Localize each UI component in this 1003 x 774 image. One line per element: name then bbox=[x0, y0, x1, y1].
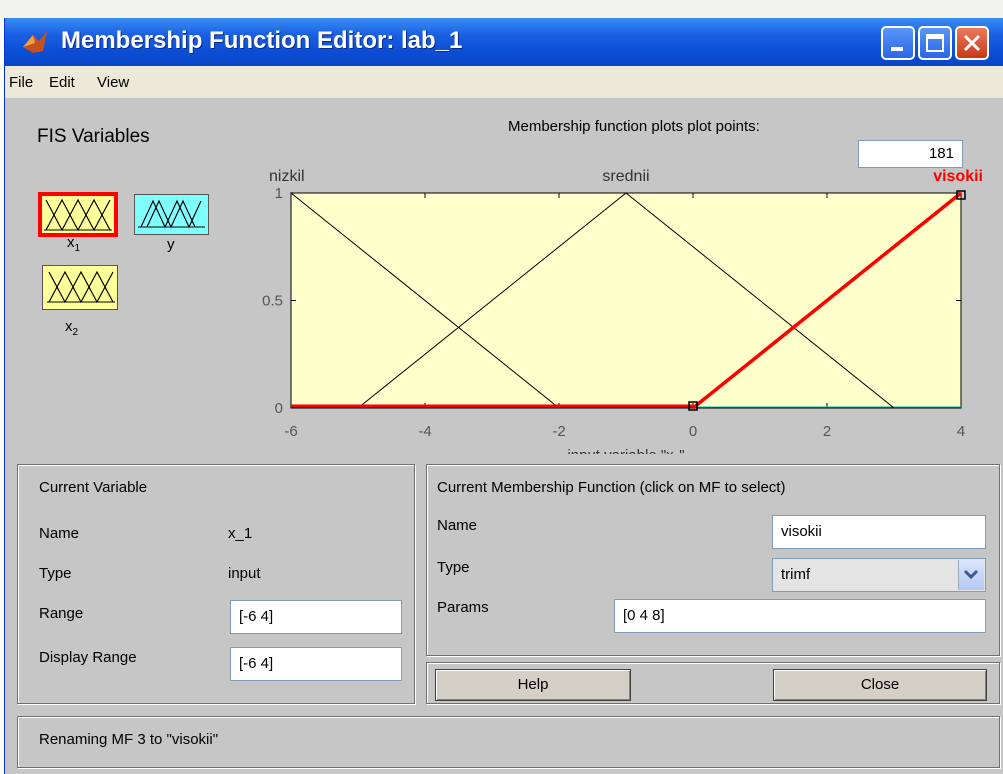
mf-params-label: Params bbox=[437, 599, 489, 616]
x-tick-label: 0 bbox=[689, 423, 697, 440]
range-input[interactable]: [-6 4] bbox=[230, 600, 402, 634]
x-tick-label: -6 bbox=[284, 423, 297, 440]
help-button[interactable]: Help bbox=[435, 669, 631, 701]
status-panel: Renaming MF 3 to "visokii" bbox=[17, 716, 1000, 768]
display-range-input[interactable]: [-6 4] bbox=[230, 647, 402, 681]
y-tick-label: 0 bbox=[275, 400, 283, 417]
mf-type-label: Type bbox=[437, 559, 470, 576]
x-tick-label: 4 bbox=[957, 423, 965, 440]
menu-edit[interactable]: Edit bbox=[49, 74, 75, 91]
current-mf-title: Current Membership Function (click on MF… bbox=[437, 479, 786, 496]
mf-name-label: Name bbox=[437, 517, 478, 534]
range-label: Range bbox=[39, 605, 84, 622]
maximize-icon bbox=[926, 34, 944, 52]
lower-area: Current Variable Name x_1 Type input Ran… bbox=[5, 454, 1003, 774]
chevron-down-icon bbox=[963, 569, 979, 580]
variable-name-label: Name bbox=[39, 525, 80, 542]
variable-type-label: Type bbox=[39, 565, 72, 582]
display-range-label: Display Range bbox=[39, 649, 137, 666]
menu-view[interactable]: View bbox=[97, 74, 129, 91]
upper-area: FIS Variables x1 y x2 Membership functio… bbox=[5, 98, 1003, 454]
x-tick-label: -4 bbox=[418, 423, 431, 440]
menu-file[interactable]: File bbox=[9, 74, 33, 91]
mf-label-srednii: srednii bbox=[602, 168, 649, 185]
mf-type-select[interactable]: trimf bbox=[772, 558, 986, 592]
y-tick-label: 1 bbox=[275, 185, 283, 202]
mf-label-nizkil: nizkil bbox=[269, 168, 305, 185]
menu-bar: File Edit View bbox=[5, 66, 1003, 98]
background-strip bbox=[0, 0, 1003, 18]
mf-editor-window: Membership Function Editor: lab_1 File E… bbox=[4, 18, 1003, 774]
matlab-logo-icon bbox=[23, 31, 47, 53]
close-window-button[interactable] bbox=[955, 26, 989, 60]
minimize-icon bbox=[891, 47, 903, 51]
x-tick-label: 2 bbox=[823, 423, 831, 440]
x-axis-label: input variable "x1" bbox=[567, 447, 684, 454]
current-variable-panel: Current Variable Name x_1 Type input Ran… bbox=[17, 464, 415, 704]
maximize-button[interactable] bbox=[918, 26, 952, 60]
status-message: Renaming MF 3 to "visokii" bbox=[39, 731, 219, 748]
title-bar[interactable]: Membership Function Editor: lab_1 bbox=[5, 18, 1003, 66]
variable-type-value: input bbox=[228, 565, 261, 582]
close-icon bbox=[963, 34, 981, 52]
mf-type-value: trimf bbox=[781, 566, 811, 583]
current-mf-panel: Current Membership Function (click on MF… bbox=[426, 464, 1000, 656]
plot-area bbox=[290, 192, 962, 409]
variable-name-value: x_1 bbox=[228, 525, 253, 542]
x-tick-label: -2 bbox=[552, 423, 565, 440]
minimize-button[interactable] bbox=[881, 26, 915, 60]
mf-name-input[interactable]: visokii bbox=[772, 515, 986, 549]
mf-params-input[interactable]: [0 4 8] bbox=[614, 599, 986, 633]
membership-function-plot[interactable]: -6 -4 -2 0 2 4 0 0.5 1nizkil srednii visokii input … bbox=[5, 98, 1003, 454]
close-button[interactable]: Close bbox=[773, 669, 987, 701]
buttons-panel: Help Close bbox=[426, 662, 1000, 704]
y-tick-label: 0.5 bbox=[262, 293, 283, 310]
current-variable-title: Current Variable bbox=[39, 479, 148, 496]
window-title: Membership Function Editor: lab_1 bbox=[61, 27, 463, 54]
dropdown-button[interactable] bbox=[958, 560, 984, 590]
mf-label-visokii: visokii bbox=[933, 168, 983, 185]
